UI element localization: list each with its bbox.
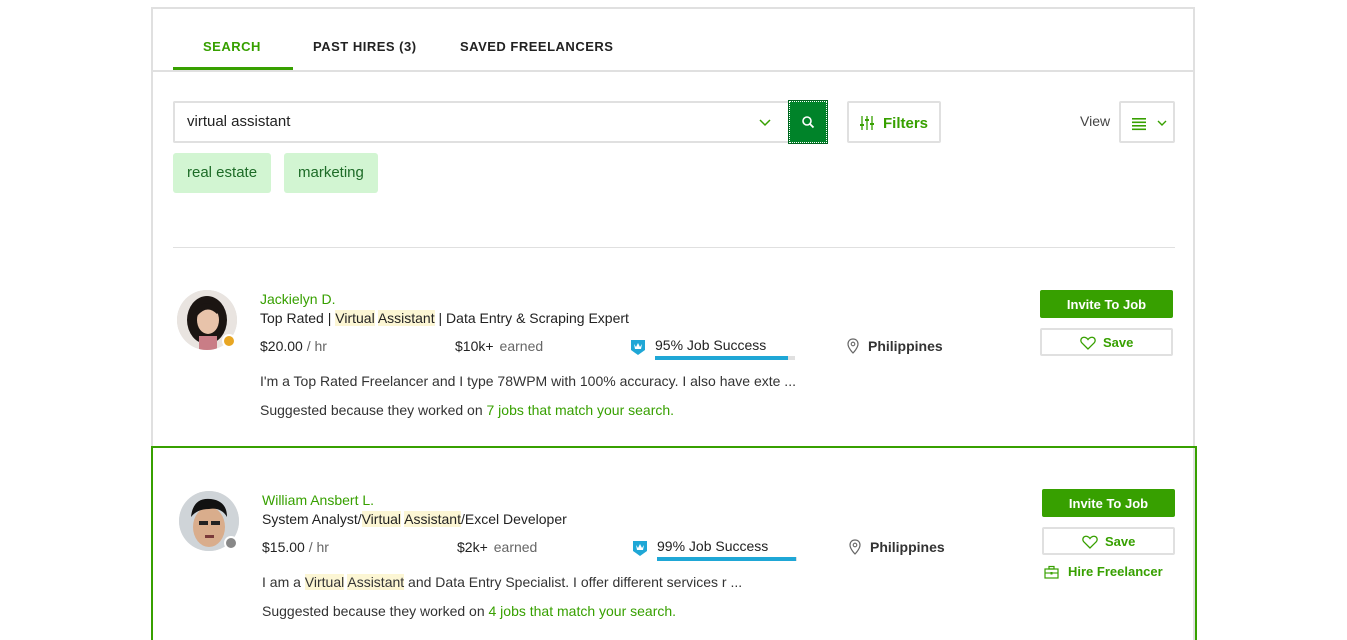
sliders-icon (860, 116, 874, 130)
save-freelancer-button[interactable]: Save (1040, 328, 1173, 356)
status-offline-indicator (224, 536, 238, 550)
view-toggle-button[interactable] (1119, 101, 1175, 143)
search-button[interactable] (788, 100, 828, 144)
location-pin-icon (847, 338, 859, 354)
job-success-score: 99% Job Success (657, 538, 769, 554)
matching-jobs-link[interactable]: 4 jobs that match your search. (489, 603, 677, 619)
freelancer-description: I'm a Top Rated Freelancer and I type 78… (260, 373, 796, 389)
briefcase-icon (1044, 565, 1059, 579)
filters-label: Filters (883, 115, 929, 132)
hourly-rate: $15.00 / hr (262, 539, 329, 555)
freelancer-description: I am a Virtual Assistant and Data Entry … (262, 574, 743, 590)
status-away-indicator (222, 334, 236, 348)
invite-to-job-button[interactable]: Invite To Job (1042, 489, 1175, 517)
tab-saved-freelancers[interactable]: SAVED FREELANCERS (460, 39, 613, 54)
tab-divider (153, 70, 1195, 72)
matching-jobs-link[interactable]: 7 jobs that match your search. (487, 402, 675, 418)
freelancer-title: Top Rated | Virtual Assistant | Data Ent… (260, 310, 629, 326)
search-icon (802, 116, 815, 129)
chevron-down-icon (1157, 120, 1167, 126)
heart-icon (1082, 535, 1098, 549)
freelancer-name[interactable]: William Ansbert L. (262, 492, 374, 508)
save-label: Save (1105, 534, 1136, 549)
tab-bar: SEARCH PAST HIRES (3) SAVED FREELANCERS (173, 9, 1195, 70)
total-earned: $2k+ earned (457, 539, 538, 555)
job-success-bar-fill (655, 356, 788, 360)
chevron-down-icon[interactable] (758, 115, 772, 129)
filter-chip-marketing[interactable]: marketing (284, 153, 378, 193)
list-view-icon (1132, 118, 1146, 131)
search-panel: SEARCH PAST HIRES (3) SAVED FREELANCERS … (151, 7, 1197, 640)
job-success-bar (655, 356, 795, 360)
job-success-bar-fill (657, 557, 796, 561)
hire-freelancer-label: Hire Freelancer (1068, 564, 1163, 579)
invite-to-job-button[interactable]: Invite To Job (1040, 290, 1173, 318)
job-success-badge-icon (631, 340, 645, 355)
suggestion-reason: Suggested because they worked on 7 jobs … (260, 402, 675, 418)
job-success-bar (657, 557, 797, 561)
save-label: Save (1103, 335, 1134, 350)
search-box (173, 101, 789, 143)
location-pin-icon (849, 539, 861, 555)
job-success-badge-icon (633, 541, 647, 556)
heart-icon (1080, 336, 1096, 350)
freelancer-name[interactable]: Jackielyn D. (260, 291, 335, 307)
hourly-rate: $20.00 / hr (260, 338, 327, 354)
freelancer-location: Philippines (870, 539, 945, 555)
hire-freelancer-link[interactable]: Hire Freelancer (1044, 564, 1184, 582)
tab-search[interactable]: SEARCH (203, 39, 261, 54)
freelancer-location: Philippines (868, 338, 943, 354)
filter-chip-real-estate[interactable]: real estate (173, 153, 272, 193)
search-input[interactable] (187, 113, 747, 130)
view-label: View (1080, 113, 1111, 129)
freelancer-card[interactable]: Jackielyn D. Top Rated | Virtual Assista… (153, 248, 1195, 446)
filters-button[interactable]: Filters (847, 101, 941, 143)
freelancer-title: System Analyst/Virtual Assistant/Excel D… (262, 511, 567, 527)
tab-past-hires[interactable]: PAST HIRES (3) (313, 39, 417, 54)
suggestion-reason: Suggested because they worked on 4 jobs … (262, 603, 677, 619)
save-freelancer-button[interactable]: Save (1042, 527, 1175, 555)
freelancer-card[interactable]: William Ansbert L. System Analyst/Virtua… (151, 446, 1197, 640)
job-success-score: 95% Job Success (655, 337, 767, 353)
total-earned: $10k+ earned (455, 338, 544, 354)
